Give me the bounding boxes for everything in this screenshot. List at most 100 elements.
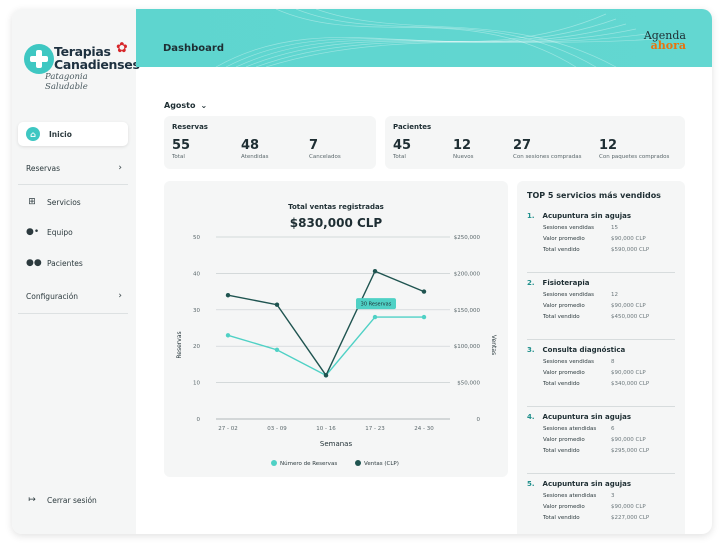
stat-value: 12: [453, 138, 472, 153]
top5-row-value: $90,000 CLP: [611, 437, 646, 443]
top5-row-value: 6: [611, 426, 615, 432]
top5-row-label: Sesiones vendidas: [543, 292, 594, 298]
logout-icon: ↦: [28, 495, 36, 505]
plus-square-icon: ⊞: [28, 197, 36, 207]
reservas-card: Reservas 55 Total 48 Atendidas 7 Cancela…: [164, 116, 376, 169]
top5-row-label: Total vendido: [543, 515, 580, 521]
logo: ✿ Terapias Canadienses Patagonia Saludab…: [24, 40, 140, 92]
sidebar-item-inicio[interactable]: ⌂ Inicio: [18, 122, 128, 146]
chart-tooltip-text: 30 Reservas: [361, 302, 392, 308]
sidebar-item-configuracion[interactable]: Configuración ›: [18, 284, 128, 308]
month-selector-value: Agosto: [164, 101, 196, 110]
top5-row-value: $340,000 CLP: [611, 381, 650, 387]
top5-item-row: Total vendido $590,000 CLP: [527, 247, 675, 253]
top5-row-value: $90,000 CLP: [611, 236, 646, 242]
data-point: [372, 314, 378, 320]
stat-pacientes-nuevos: 12 Nuevos: [453, 138, 473, 160]
top5-item-row: Sesiones vendidas 12: [527, 292, 675, 298]
x-tick-label: 10 - 16: [316, 426, 336, 432]
x-tick-label: 17 - 23: [365, 426, 385, 432]
top5-item-row: Valor promedio $90,000 CLP: [527, 370, 675, 376]
data-point: [323, 373, 329, 378]
top5-item-name: Fisioterapia: [542, 279, 590, 287]
legend-marker: [271, 460, 277, 466]
stat-label: Cancelados: [309, 154, 341, 160]
y-right-axis-label: Ventas: [490, 335, 497, 355]
top5-row-label: Total vendido: [543, 247, 580, 253]
sidebar-item-reservas[interactable]: Reservas ›: [18, 156, 128, 180]
y-left-tick-label: 20: [193, 344, 200, 350]
month-selector[interactable]: Agosto ⌄: [164, 101, 207, 110]
top5-row-value: 15: [611, 225, 618, 231]
top5-item-title: 3. Consulta diagnóstica: [527, 346, 675, 354]
chart-title: Total ventas registradas: [288, 203, 384, 211]
y-left-tick-label: 40: [193, 271, 200, 277]
y-left-tick-label: 50: [193, 235, 200, 241]
top5-row-label: Valor promedio: [543, 236, 585, 242]
top5-item-title: 1. Acupuntura sin agujas: [527, 212, 675, 220]
legend-marker: [355, 460, 361, 466]
stat-reservas-cancelados: 7 Cancelados: [309, 138, 341, 160]
y-right-tick-label: $200,000: [454, 271, 481, 277]
top5-item-row: Total vendido $450,000 CLP: [527, 314, 675, 320]
maple-leaf-icon: ✿: [116, 40, 128, 56]
x-axis-label: Semanas: [320, 440, 353, 448]
data-point: [274, 302, 280, 307]
top5-row-value: $90,000 CLP: [611, 370, 646, 376]
top5-item-row: Valor promedio $90,000 CLP: [527, 504, 675, 510]
top5-row-label: Total vendido: [543, 314, 580, 320]
top5-item-rank: 4.: [527, 413, 535, 421]
top5-item-row: Total vendido $340,000 CLP: [527, 381, 675, 387]
sidebar-item-label: Servicios: [47, 197, 81, 207]
pacientes-card-title: Pacientes: [393, 123, 432, 131]
stat-label: Nuevos: [453, 154, 474, 160]
chevron-right-icon: ›: [118, 291, 122, 301]
stat-value: 27: [513, 138, 532, 153]
reservas-card-title: Reservas: [172, 123, 208, 131]
top5-row-value: $90,000 CLP: [611, 504, 646, 510]
top5-item-row: Valor promedio $90,000 CLP: [527, 303, 675, 309]
sidebar-item-equipo[interactable]: ●• Equipo: [18, 220, 128, 244]
top5-row-value: $590,000 CLP: [611, 247, 650, 253]
sidebar-divider: [18, 184, 128, 185]
pacientes-card: Pacientes 45 Total 12 Nuevos 27 Con sesi…: [385, 116, 685, 169]
top5-row-label: Valor promedio: [543, 437, 585, 443]
stat-label: Atendidas: [241, 154, 269, 160]
data-point: [372, 269, 378, 274]
data-point: [225, 333, 231, 338]
top5-item: 3. Consulta diagnóstica Sesiones vendidas 8…: [527, 346, 675, 387]
top5-row-value: $450,000 CLP: [611, 314, 650, 320]
stat-reservas-atendidas: 48 Atendidas: [241, 138, 268, 160]
legend-label: Ventas (CLP): [364, 461, 399, 467]
y-left-tick-label: 0: [197, 417, 201, 423]
app-brand-line2: ahora: [650, 39, 686, 52]
top5-item-row: Sesiones vendidas 8: [527, 359, 675, 365]
top5-divider: [527, 339, 675, 340]
top5-row-value: $90,000 CLP: [611, 303, 646, 309]
chevron-right-icon: ›: [118, 163, 122, 173]
data-point: [274, 347, 280, 353]
logo-tagline: Patagonia Saludable: [45, 72, 88, 92]
top5-row-label: Total vendido: [543, 448, 580, 454]
top5-divider: [527, 473, 675, 474]
stat-label: Con paquetes comprados: [599, 154, 670, 160]
top5-item-name: Acupuntura sin agujas: [542, 413, 631, 421]
top5-divider: [527, 406, 675, 407]
y-right-tick-label: 0: [477, 417, 481, 423]
top5-row-label: Valor promedio: [543, 370, 585, 376]
top5-item-row: Sesiones atendidas 3: [527, 493, 675, 499]
top5-row-label: Valor promedio: [543, 303, 585, 309]
stat-label: Total: [393, 154, 406, 160]
data-point: [225, 293, 231, 298]
sidebar-item-label: Inicio: [49, 129, 72, 139]
sidebar-item-servicios[interactable]: ⊞ Servicios: [18, 190, 128, 214]
stat-reservas-total: 55 Total: [172, 138, 190, 160]
top5-item-title: 2. Fisioterapia: [527, 279, 675, 287]
sidebar-item-pacientes[interactable]: ●● Pacientes: [18, 251, 128, 275]
page-title: Dashboard: [163, 43, 224, 54]
logo-name-line2: Canadienses: [54, 57, 140, 72]
stat-pacientes-sesiones: 27 Con sesiones compradas: [513, 138, 582, 160]
logout-button[interactable]: ↦ Cerrar sesión: [18, 488, 128, 512]
stat-value: 48: [241, 138, 260, 153]
top5-divider: [527, 272, 675, 273]
